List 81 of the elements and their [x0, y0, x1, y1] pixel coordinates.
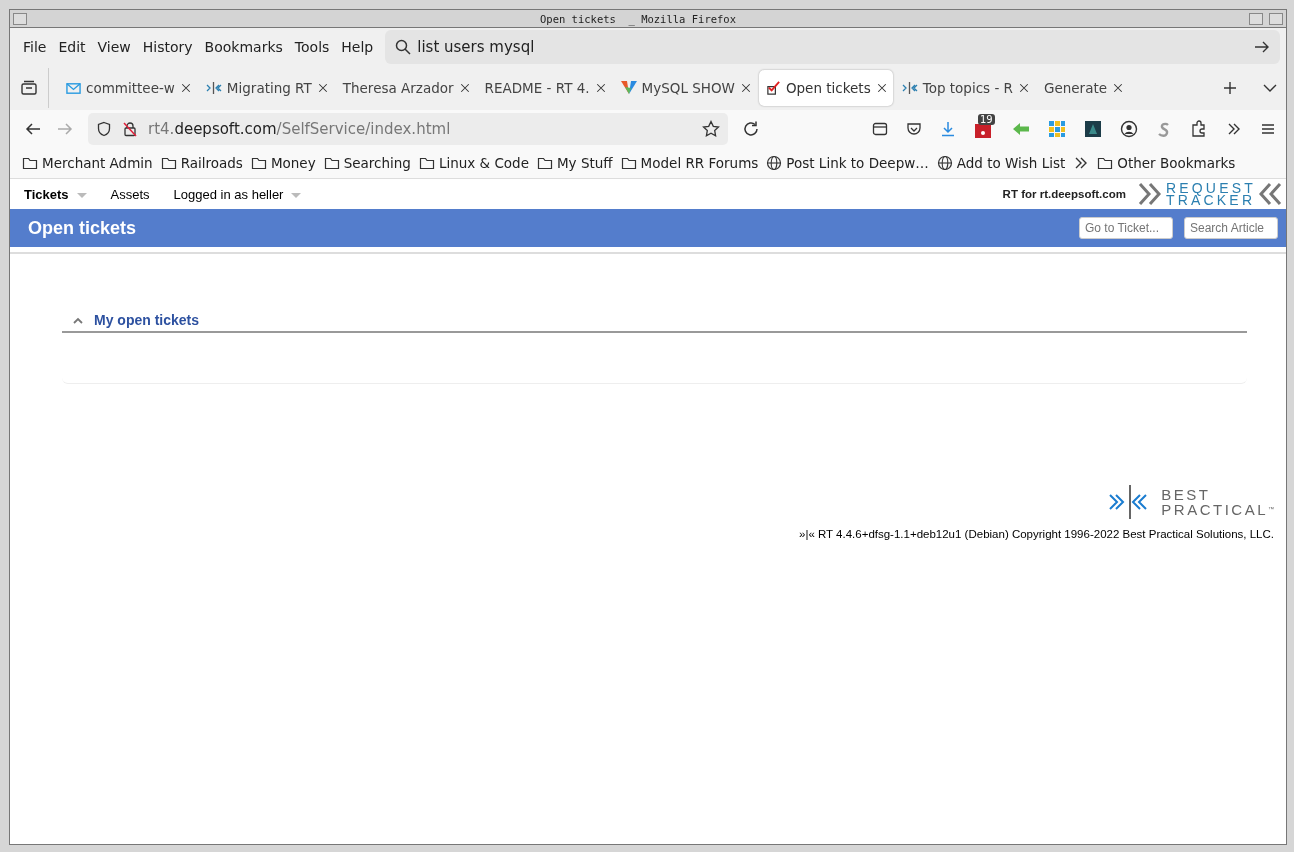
browser-tab[interactable]: Theresa Arzador — [335, 70, 476, 106]
chevrons-icon[interactable] — [205, 80, 222, 96]
checkbox-icon[interactable] — [765, 80, 781, 96]
window-menu-button[interactable] — [13, 12, 27, 25]
shield-icon[interactable] — [96, 121, 112, 137]
folder-icon[interactable] — [160, 155, 177, 171]
close-icon[interactable] — [179, 82, 192, 94]
star-icon[interactable] — [702, 120, 720, 138]
search-field[interactable]: list users mysql — [385, 30, 1280, 64]
minimize-button[interactable] — [1249, 12, 1263, 25]
triangle-logo-icon[interactable] — [620, 80, 637, 96]
close-icon[interactable] — [875, 82, 888, 94]
download-icon[interactable] — [940, 121, 956, 137]
menu-item[interactable]: Bookmarks — [198, 39, 289, 55]
request-tracker-logo: REQUEST TRACKER — [1137, 182, 1282, 206]
nav-menu-item[interactable]: Logged in as heller — [173, 186, 284, 202]
close-icon[interactable] — [458, 82, 471, 94]
bookmark-item[interactable]: Linux & Code — [418, 155, 529, 171]
browser-tab[interactable]: README - RT 4. — [477, 70, 612, 106]
close-icon[interactable] — [1017, 82, 1030, 94]
browser-tab[interactable]: Top topics - R — [894, 70, 1035, 106]
folder-icon[interactable] — [536, 155, 553, 171]
folder-icon[interactable] — [418, 155, 435, 171]
lock-crossed-icon[interactable] — [122, 121, 138, 137]
menu-item[interactable]: Help — [335, 39, 380, 55]
maximize-button[interactable] — [1269, 12, 1283, 25]
envelope-icon[interactable] — [66, 80, 81, 96]
folder-icon[interactable] — [323, 155, 340, 171]
tab-list-icon[interactable] — [20, 79, 38, 97]
section-title[interactable]: My open tickets — [94, 312, 200, 328]
reload-icon[interactable] — [742, 120, 760, 138]
sidebar-icon[interactable] — [872, 121, 888, 137]
menu-item[interactable]: Tools — [288, 39, 336, 55]
browser-tab[interactable]: Generate — [1036, 70, 1129, 106]
bookmark-item[interactable]: My Stuff — [536, 155, 613, 171]
bookmark-item[interactable]: Model RR Forums — [620, 155, 759, 171]
globe-icon[interactable] — [936, 155, 953, 171]
browser-tab[interactable]: MySQL SHOW — [613, 70, 757, 106]
menu-item[interactable]: File — [17, 39, 53, 55]
puzzle-piece-icon[interactable] — [1190, 120, 1208, 138]
browser-tab[interactable]: Migrating RT — [198, 70, 334, 106]
search-icon — [395, 39, 412, 55]
folder-icon[interactable] — [22, 155, 38, 171]
nav-menu-item[interactable]: Assets — [110, 186, 150, 202]
folder-icon[interactable] — [1097, 155, 1114, 171]
menu-icon[interactable] — [1260, 121, 1276, 137]
arrow-right-icon[interactable] — [1254, 39, 1270, 55]
folder-icon[interactable] — [620, 155, 637, 171]
bookmark-item[interactable]: Post Link to Deepw… — [766, 155, 929, 171]
close-icon[interactable] — [1112, 82, 1124, 94]
new-tab-icon[interactable] — [1222, 80, 1238, 96]
double-chevron-icon[interactable] — [1226, 121, 1242, 137]
address-bar[interactable]: rt4.deepsoft.com/SelfService/index.html — [88, 113, 728, 145]
nav-menu-item[interactable]: Tickets — [24, 186, 69, 202]
close-icon[interactable] — [316, 82, 329, 94]
browser-tab[interactable]: committee-w — [59, 70, 197, 106]
bookmark-item[interactable]: Money — [250, 155, 316, 171]
copyright-text: »|« RT 4.4.6+dfsg-1.1+deb12u1 (Debian) Copyright 1996-2022 Best Practical Solutions, LLC. — [799, 528, 1274, 540]
window-title: Open tickets _ Mozilla Firefox — [539, 12, 737, 25]
bookmark-item[interactable]: Searching — [323, 155, 411, 171]
grid-icon[interactable] — [1048, 120, 1066, 138]
bookmark-item[interactable]: Railroads — [160, 155, 243, 171]
header-search-field[interactable]: Go to Ticket... — [1079, 217, 1173, 239]
bookmark-item[interactable]: Add to Wish List — [936, 155, 1066, 171]
chevrons-icon[interactable] — [901, 80, 918, 96]
site-label: RT for rt.deepsoft.com — [1002, 188, 1126, 200]
page-title: Open tickets — [28, 217, 138, 239]
close-icon[interactable] — [594, 82, 607, 94]
menu-item[interactable]: View — [91, 39, 137, 55]
menu-item[interactable]: History — [136, 39, 199, 55]
close-icon[interactable] — [739, 82, 752, 94]
folder-icon[interactable] — [250, 155, 267, 171]
pocket-icon[interactable] — [906, 121, 922, 137]
tree-picture-icon[interactable] — [1084, 120, 1102, 138]
header-search-field[interactable]: Search Article — [1184, 217, 1278, 239]
browser-tab[interactable]: Open tickets — [758, 70, 893, 106]
bookmark-item[interactable]: Other Bookmarks — [1097, 155, 1236, 171]
account-icon[interactable] — [1120, 120, 1138, 138]
bookmark-item[interactable]: Merchant Admin — [22, 155, 153, 171]
globe-icon[interactable] — [766, 155, 783, 171]
menu-item[interactable]: Edit — [52, 39, 92, 55]
